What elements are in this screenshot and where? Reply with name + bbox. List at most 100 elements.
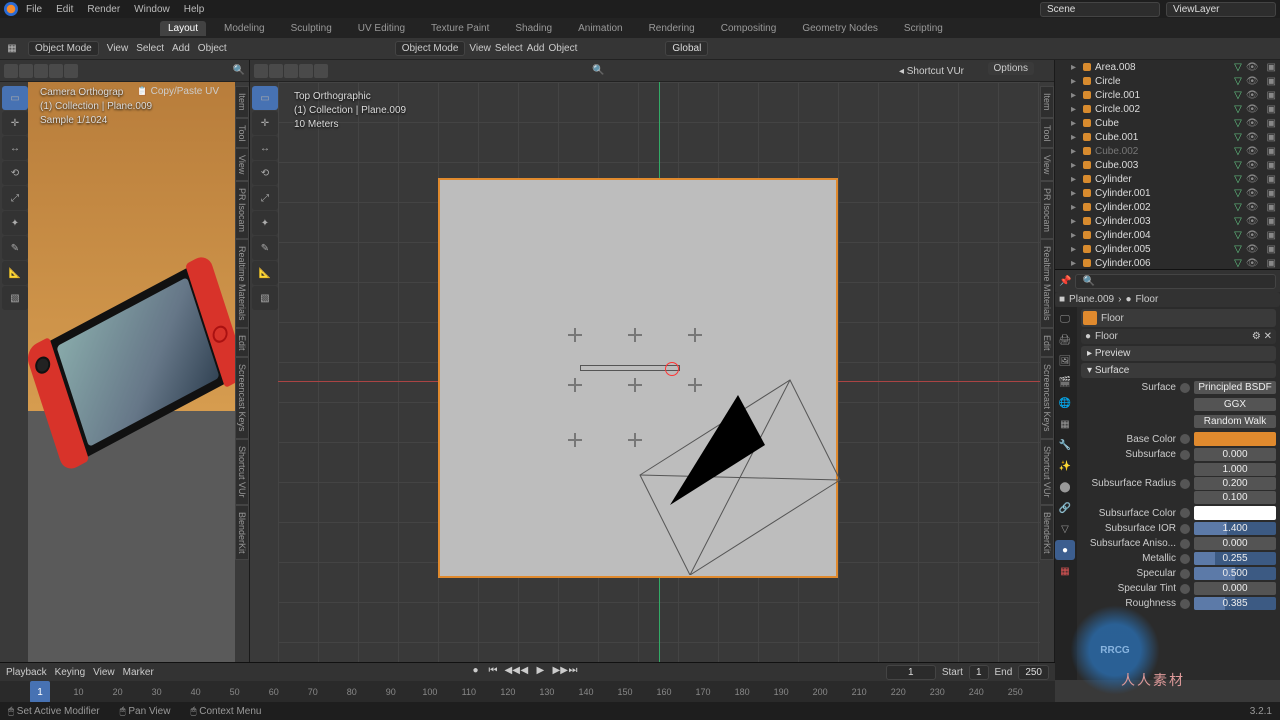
value-slider[interactable]: 0.255 — [1194, 552, 1276, 565]
material-slot[interactable]: Floor — [1081, 309, 1276, 327]
outliner-item[interactable]: ▸Cylinder.001▽👁▣ — [1055, 186, 1280, 200]
n-tab-blenderkit[interactable]: BlenderKit — [235, 505, 249, 561]
scene-field[interactable]: Scene — [1040, 2, 1160, 17]
play-rev-icon[interactable]: ◀ — [521, 665, 535, 679]
outliner-item[interactable]: ▸Circle.001▽👁▣ — [1055, 88, 1280, 102]
tool-cursor[interactable]: ✛ — [252, 111, 278, 135]
viewport-ortho[interactable]: 🔍 Options — [250, 60, 1055, 680]
timeline-keying[interactable]: Keying — [55, 667, 86, 678]
material-datablock[interactable]: ●Floor ⚙ ✕ — [1081, 329, 1276, 344]
n-tab-realtime-materials[interactable]: Realtime Materials — [235, 239, 249, 328]
n-tab-pr-isocam[interactable]: PR Isocam — [235, 181, 249, 239]
outliner-item[interactable]: ▸Cylinder▽👁▣ — [1055, 172, 1280, 186]
workspace-tab-modeling[interactable]: Modeling — [216, 21, 273, 36]
value-field[interactable]: 0.000 — [1194, 537, 1276, 550]
tab-mesh[interactable]: ▽ — [1055, 519, 1075, 539]
outliner-item[interactable]: ▸Area.008▽👁▣ — [1055, 60, 1280, 74]
shader-dropdown[interactable]: Principled BSDF — [1194, 381, 1276, 394]
panel-surface[interactable]: ▾ Surface — [1081, 363, 1276, 378]
tool-scale[interactable]: ⤢ — [2, 186, 28, 210]
node-link-icon[interactable] — [1180, 524, 1190, 534]
outliner-item[interactable]: ▸Cylinder.006▽👁▣ — [1055, 256, 1280, 270]
workspace-tab-rendering[interactable]: Rendering — [641, 21, 703, 36]
value-field[interactable]: 0.000 — [1194, 448, 1276, 461]
tab-physics[interactable]: ⬤ — [1055, 477, 1075, 497]
workspace-tab-geometry-nodes[interactable]: Geometry Nodes — [794, 21, 886, 36]
tab-scene[interactable]: 🎬 — [1055, 372, 1075, 392]
timeline[interactable]: Playback Keying View Marker ● ⏮ ◀◀ ◀ ▶ ▶… — [0, 662, 1055, 702]
node-link-icon[interactable] — [1180, 554, 1190, 564]
tool-add[interactable]: ▧ — [252, 286, 278, 310]
tab-object[interactable]: ▦ — [1055, 414, 1075, 434]
n-tab-view[interactable]: View — [235, 148, 249, 181]
n-tab-blenderkit[interactable]: BlenderKit — [1040, 505, 1054, 561]
tab-constraints[interactable]: 🔗 — [1055, 498, 1075, 518]
tool-cursor[interactable]: ✛ — [2, 111, 28, 135]
panel-preview[interactable]: ▸ Preview — [1081, 346, 1276, 361]
workspace-tab-compositing[interactable]: Compositing — [713, 21, 785, 36]
tool-transform[interactable]: ✦ — [252, 211, 278, 235]
value-field[interactable]: 0.100 — [1194, 491, 1276, 504]
jump-end-icon[interactable]: ⏭ — [569, 665, 583, 679]
autokey-icon[interactable]: ● — [473, 665, 487, 679]
workspace-tab-uv-editing[interactable]: UV Editing — [350, 21, 413, 36]
props-search[interactable]: 🔍 — [1075, 274, 1276, 289]
node-link-icon[interactable] — [1180, 434, 1190, 444]
outliner[interactable]: ▸Area.008▽👁▣▸Circle▽👁▣▸Circle.001▽👁▣▸Cir… — [1055, 60, 1280, 270]
node-link-icon[interactable] — [1180, 450, 1190, 460]
playhead[interactable]: 1 — [30, 681, 50, 703]
value-field[interactable]: 0.200 — [1194, 477, 1276, 490]
timeline-view[interactable]: View — [93, 667, 115, 678]
tool-rotate[interactable]: ⟲ — [2, 161, 28, 185]
distribution-dropdown[interactable]: GGX — [1194, 398, 1276, 411]
tool-measure[interactable]: 📐 — [252, 261, 278, 285]
menu-help[interactable]: Help — [178, 2, 211, 17]
outliner-item[interactable]: ▸Cube.001▽👁▣ — [1055, 130, 1280, 144]
mode-dropdown[interactable]: Object Mode — [28, 41, 99, 56]
header-select[interactable]: Select — [136, 43, 164, 54]
tab-viewlayer[interactable]: 🖼 — [1055, 351, 1075, 371]
n-tab-pr-isocam[interactable]: PR Isocam — [1040, 181, 1054, 239]
timeline-marker[interactable]: Marker — [123, 667, 154, 678]
color-field[interactable] — [1194, 506, 1276, 520]
header-view[interactable]: View — [107, 43, 129, 54]
node-link-icon[interactable] — [1180, 508, 1190, 518]
tool-annotate[interactable]: ✎ — [252, 236, 278, 260]
node-link-icon[interactable] — [1180, 539, 1190, 549]
value-slider[interactable]: 0.500 — [1194, 567, 1276, 580]
node-link-icon[interactable] — [1180, 584, 1190, 594]
current-frame-field[interactable]: 1 — [886, 665, 936, 680]
header-object-2[interactable]: Object — [549, 43, 578, 54]
tab-texture[interactable]: ▦ — [1055, 561, 1075, 581]
viewport-camera[interactable]: 🔍 Camera Orthograp (1) Collection | Plan… — [0, 60, 250, 680]
outliner-item[interactable]: ▸Cylinder.003▽👁▣ — [1055, 214, 1280, 228]
value-slider[interactable]: 0.385 — [1194, 597, 1276, 610]
play-icon[interactable]: ▶ — [537, 665, 551, 679]
header-add-2[interactable]: Add — [527, 43, 545, 54]
pin-icon[interactable]: 📌 — [1059, 276, 1071, 287]
workspace-tab-animation[interactable]: Animation — [570, 21, 630, 36]
n-tab-realtime-materials[interactable]: Realtime Materials — [1040, 239, 1054, 328]
tab-particles[interactable]: ✨ — [1055, 456, 1075, 476]
prev-key-icon[interactable]: ◀◀ — [505, 665, 519, 679]
n-tab-item[interactable]: Item — [1040, 86, 1054, 118]
tool-annotate[interactable]: ✎ — [2, 236, 28, 260]
mode-dropdown-2[interactable]: Object Mode — [395, 41, 466, 56]
n-tab-shortcut-vur[interactable]: Shortcut VUr — [235, 439, 249, 505]
workspace-tab-texture-paint[interactable]: Texture Paint — [423, 21, 497, 36]
jump-start-icon[interactable]: ⏮ — [489, 665, 503, 679]
next-key-icon[interactable]: ▶▶ — [553, 665, 567, 679]
tab-output[interactable]: 🖨 — [1055, 330, 1075, 350]
outliner-item[interactable]: ▸Cube.003▽👁▣ — [1055, 158, 1280, 172]
node-link-icon[interactable] — [1180, 569, 1190, 579]
tool-measure[interactable]: 📐 — [2, 261, 28, 285]
node-link-icon[interactable] — [1180, 383, 1190, 393]
outliner-item[interactable]: ▸Cylinder.002▽👁▣ — [1055, 200, 1280, 214]
n-tab-edit[interactable]: Edit — [1040, 328, 1054, 358]
viewport-mode-icons[interactable] — [4, 64, 78, 78]
header-add[interactable]: Add — [172, 43, 190, 54]
n-tab-view[interactable]: View — [1040, 148, 1054, 181]
outliner-item[interactable]: ▸Circle▽👁▣ — [1055, 74, 1280, 88]
timeline-ruler[interactable]: 1 11020304050607080901001101201301401501… — [0, 681, 1055, 703]
tool-select-box[interactable]: ▭ — [2, 86, 28, 110]
